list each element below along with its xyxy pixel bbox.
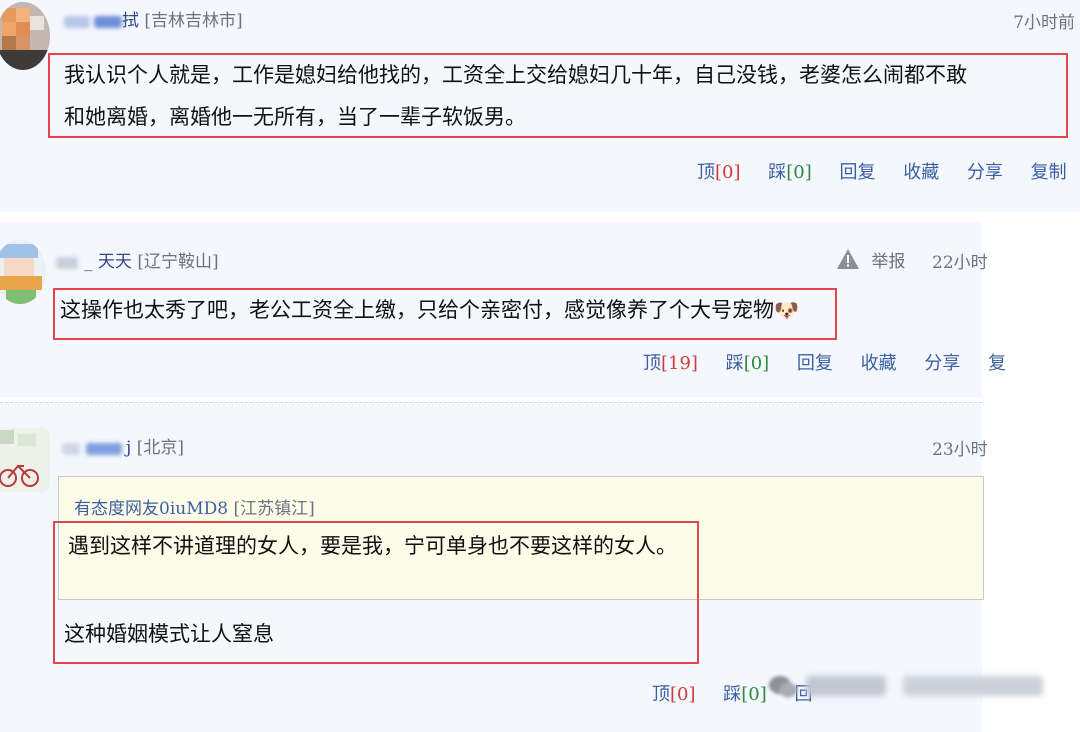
divider	[0, 402, 982, 403]
user-location: [北京]	[136, 438, 184, 458]
favorite-button[interactable]: 收藏	[861, 349, 897, 375]
upvote-count: [19]	[661, 353, 698, 374]
timestamp: 7小时前	[1013, 13, 1075, 33]
quote-author[interactable]: 有态度网友0iuMD8 [江苏镇江]	[74, 494, 315, 519]
upvote-button[interactable]: 顶[0]	[652, 680, 696, 706]
upvote-count: [0]	[670, 684, 696, 705]
reply-button[interactable]: 回复	[839, 158, 875, 184]
username[interactable]: _ 天天 [辽宁鞍山]	[56, 247, 219, 272]
username[interactable]: 拭 [吉林吉林市]	[64, 6, 243, 31]
quote-author-location: [江苏镇江]	[233, 499, 315, 519]
user-location: [辽宁鞍山]	[137, 252, 219, 272]
upvote-button[interactable]: 顶[19]	[643, 349, 698, 375]
comment-actions: 顶[19] 踩[0] 回复 收藏 分享 复	[643, 349, 1006, 375]
upvote-button[interactable]: 顶[0]	[697, 158, 741, 184]
downvote-button[interactable]: 踩[0]	[723, 680, 767, 706]
username-suffix: j	[126, 438, 132, 458]
report-button[interactable]: 举报	[836, 247, 905, 275]
share-button[interactable]: 分享	[967, 158, 1003, 184]
comment-text-line: 和她离婚，离婚他一无所有，当了一辈子软饭男。	[64, 105, 526, 129]
comment-text: 这操作也太秀了吧，老公工资全上缴，只给个亲密付，感觉像养了个大号宠物🐶	[60, 298, 799, 322]
quote-text: 遇到这样不讲道理的女人，要是我，宁可单身也不要这样的女人。	[68, 534, 677, 558]
dog-face-icon: 🐶	[774, 298, 799, 322]
watermark	[806, 676, 1043, 702]
user-location: [吉林吉林市]	[144, 11, 243, 31]
username[interactable]: j [北京]	[62, 433, 184, 458]
warning-icon	[836, 248, 860, 275]
copy-button[interactable]: 复制	[1031, 158, 1067, 184]
reply-button[interactable]: 回复	[797, 349, 833, 375]
downvote-count: [0]	[786, 162, 812, 183]
username-suffix: _ 天天	[84, 252, 132, 272]
comment-actions: 顶[0] 踩[0] 回复 收藏 分享 复制	[697, 158, 1067, 184]
avatar[interactable]	[0, 428, 50, 492]
share-button[interactable]: 分享	[924, 349, 960, 375]
comment-text: 这种婚姻模式让人窒息	[64, 622, 274, 646]
downvote-button[interactable]: 踩[0]	[768, 158, 812, 184]
favorite-button[interactable]: 收藏	[903, 158, 939, 184]
downvote-count: [0]	[743, 353, 770, 374]
wechat-icon	[768, 674, 798, 704]
downvote-count: [0]	[741, 684, 767, 705]
timestamp: 23小时	[932, 440, 988, 460]
timestamp: 22小时	[932, 253, 988, 273]
upvote-count: [0]	[715, 162, 741, 183]
comment-text-line: 我认识个人就是，工作是媳妇给他找的，工资全上交给媳妇几十年，自己没钱，老婆怎么闹…	[64, 63, 967, 87]
downvote-button[interactable]: 踩[0]	[726, 349, 770, 375]
copy-button[interactable]: 复	[988, 349, 1006, 375]
username-suffix: 拭	[122, 11, 139, 31]
